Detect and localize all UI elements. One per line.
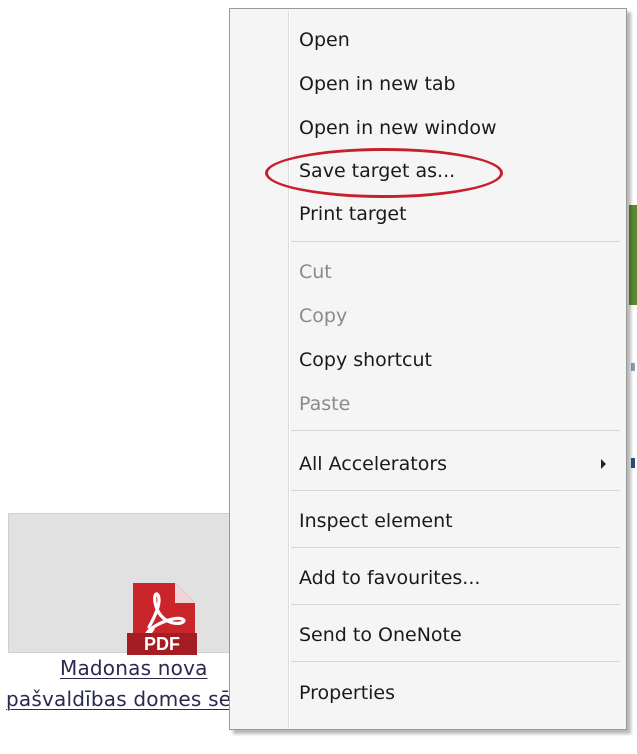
menu-item-label: Print target	[299, 203, 407, 225]
menu-item-label: Send to OneNote	[299, 624, 462, 646]
menu-item-label: Open in new tab	[299, 73, 456, 95]
menu-separator	[291, 547, 620, 548]
menu-item-copy-shortcut[interactable]: Copy shortcut	[232, 342, 624, 378]
menu-item-add-to-favourites[interactable]: Add to favourites...	[232, 560, 624, 596]
page-content-edge	[631, 458, 635, 468]
menu-item-label: Add to favourites...	[299, 567, 481, 589]
menu-item-paste[interactable]: Paste	[232, 386, 624, 422]
menu-item-label: Properties	[299, 682, 396, 704]
menu-separator	[291, 430, 620, 431]
menu-item-cut[interactable]: Cut	[232, 254, 624, 290]
menu-item-all-accelerators[interactable]: All Accelerators	[232, 446, 624, 482]
menu-item-label: Inspect element	[299, 510, 453, 532]
page-content-edge	[631, 363, 635, 371]
menu-item-send-to-onenote[interactable]: Send to OneNote	[232, 617, 624, 653]
menu-item-print-target[interactable]: Print target	[232, 196, 624, 232]
menu-item-label: Paste	[299, 393, 351, 415]
menu-separator	[291, 241, 620, 242]
menu-item-label: Save target as...	[299, 160, 456, 182]
pdf-file-icon[interactable]: PDF	[127, 583, 202, 655]
menu-item-copy[interactable]: Copy	[232, 298, 624, 334]
menu-item-open-in-new-tab[interactable]: Open in new tab	[232, 66, 624, 102]
context-menu: Open Open in new tab Open in new window …	[229, 8, 627, 730]
menu-item-open-in-new-window[interactable]: Open in new window	[232, 110, 624, 146]
menu-item-label: Copy shortcut	[299, 349, 432, 371]
menu-item-label: Cut	[299, 261, 332, 283]
menu-separator	[291, 604, 620, 605]
menu-item-inspect-element[interactable]: Inspect element	[232, 503, 624, 539]
menu-item-open[interactable]: Open	[232, 22, 624, 58]
menu-item-label: Open in new window	[299, 117, 497, 139]
menu-separator	[291, 490, 620, 491]
submenu-arrow-icon	[601, 459, 606, 469]
menu-item-label: All Accelerators	[299, 453, 448, 475]
menu-item-label: Copy	[299, 305, 348, 327]
browser-page: PDF Madonas nova pašvaldības domes sēde …	[0, 0, 637, 754]
menu-item-label: Open	[299, 29, 350, 51]
page-green-banner-edge	[629, 205, 637, 305]
menu-separator	[291, 661, 620, 662]
pdf-icon-label: PDF	[144, 634, 180, 654]
menu-item-save-target-as[interactable]: Save target as...	[232, 153, 624, 189]
menu-item-properties[interactable]: Properties	[232, 675, 624, 711]
